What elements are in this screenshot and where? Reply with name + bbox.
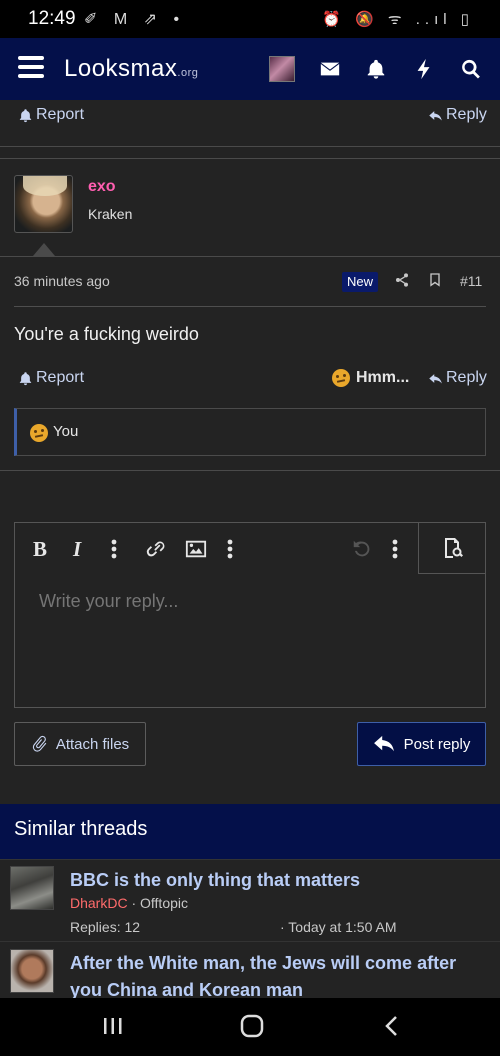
inbox-icon[interactable] xyxy=(315,54,345,84)
user-avatar[interactable] xyxy=(14,175,73,233)
thread-title[interactable]: BBC is the only thing that matters xyxy=(70,867,490,894)
thread-author-avatar[interactable] xyxy=(10,866,54,910)
back-icon[interactable] xyxy=(382,1014,402,1040)
undo-icon[interactable] xyxy=(351,537,373,561)
reaction-label: Hmm... xyxy=(356,369,410,386)
reply-editor: B I xyxy=(14,522,486,708)
bold-icon[interactable]: B xyxy=(33,537,47,561)
home-icon[interactable] xyxy=(240,1014,264,1040)
post-user-title: Kraken xyxy=(88,206,133,222)
status-system-icons: ⏰ 🔕 ᯤ ..ıl ▯ xyxy=(322,11,474,28)
more-text-options-icon[interactable] xyxy=(111,537,117,561)
thread-date: · Today at 1:50 AM xyxy=(280,919,397,935)
reply-icon xyxy=(429,373,442,383)
thinking-emoji-icon xyxy=(30,424,48,442)
divider xyxy=(14,306,486,307)
post-username[interactable]: exo xyxy=(88,178,116,196)
thread-forum[interactable]: · Offtopic xyxy=(128,895,188,911)
reply-icon xyxy=(429,110,442,120)
italic-icon[interactable]: I xyxy=(73,537,81,561)
thread-author-avatar[interactable] xyxy=(10,949,54,993)
report-link[interactable]: Report xyxy=(18,369,84,387)
similar-threads-title: Similar threads xyxy=(14,818,148,840)
divider xyxy=(0,146,500,147)
reply-link[interactable]: Reply xyxy=(428,369,487,387)
new-badge: New xyxy=(342,272,379,292)
bell-icon[interactable] xyxy=(361,54,391,84)
bell-icon xyxy=(19,108,32,122)
bookmark-icon[interactable] xyxy=(427,272,445,290)
reply-input[interactable] xyxy=(15,575,485,707)
post-body: You're a fucking weirdo xyxy=(14,324,199,344)
more-insert-options-icon[interactable] xyxy=(227,537,233,561)
report-label: Report xyxy=(36,106,85,123)
status-time: 12:49 xyxy=(28,8,76,29)
status-bar: 12:49 ✐ M ⇗ • ⏰ 🔕 ᯤ ..ıl ▯ xyxy=(0,0,500,38)
thread-meta: DharkDC · Offtopic xyxy=(70,895,188,911)
image-icon[interactable] xyxy=(185,537,207,561)
site-navbar: Looksmax.org xyxy=(0,38,500,100)
reply-label: Reply xyxy=(446,106,487,123)
logo-tld: .org xyxy=(177,67,199,79)
attach-files-label: Attach files xyxy=(55,735,130,753)
react-button[interactable]: Hmm... xyxy=(332,369,409,387)
editor-toolbar: B I xyxy=(15,522,486,575)
post-time[interactable]: 36 minutes ago xyxy=(14,273,110,289)
user-block-arrow xyxy=(33,243,55,256)
report-label: Report xyxy=(36,369,85,386)
thread-author[interactable]: DharkDC xyxy=(70,895,128,911)
reply-link-prev[interactable]: Reply xyxy=(428,106,487,124)
divider xyxy=(0,256,500,257)
system-nav-bar xyxy=(0,998,500,1056)
paperclip-icon xyxy=(32,735,47,752)
link-icon[interactable] xyxy=(145,537,167,561)
divider xyxy=(0,470,500,471)
recent-apps-icon[interactable] xyxy=(102,1014,124,1040)
reactions-bar[interactable]: You xyxy=(14,408,486,456)
logo-text: Looksmax xyxy=(64,55,178,82)
share-icon[interactable] xyxy=(394,272,412,290)
divider xyxy=(0,158,500,159)
site-logo[interactable]: Looksmax.org xyxy=(64,55,198,83)
lightning-icon[interactable] xyxy=(409,54,439,84)
divider xyxy=(0,941,500,942)
post-number[interactable]: #11 xyxy=(460,273,482,289)
menu-icon[interactable] xyxy=(18,56,44,80)
post-reply-button[interactable]: Post reply xyxy=(357,722,486,766)
thread-replies: Replies: 12 xyxy=(70,919,141,935)
report-link-prev[interactable]: Report xyxy=(18,106,84,124)
reactions-list: You xyxy=(53,423,79,440)
post-reply-label: Post reply xyxy=(403,735,471,753)
divider xyxy=(0,859,500,860)
more-options-icon[interactable] xyxy=(392,537,398,561)
reply-icon xyxy=(373,735,394,752)
search-icon[interactable] xyxy=(456,54,486,84)
thinking-emoji-icon xyxy=(332,369,350,387)
thread-title[interactable]: After the White man, the Jews will come … xyxy=(70,950,490,1004)
reply-label: Reply xyxy=(446,369,487,386)
bell-icon xyxy=(19,371,32,385)
account-avatar[interactable] xyxy=(269,56,295,82)
attach-files-button[interactable]: Attach files xyxy=(14,722,146,766)
status-notification-icons: ✐ M ⇗ • xyxy=(84,11,186,28)
preview-icon[interactable] xyxy=(418,522,486,574)
